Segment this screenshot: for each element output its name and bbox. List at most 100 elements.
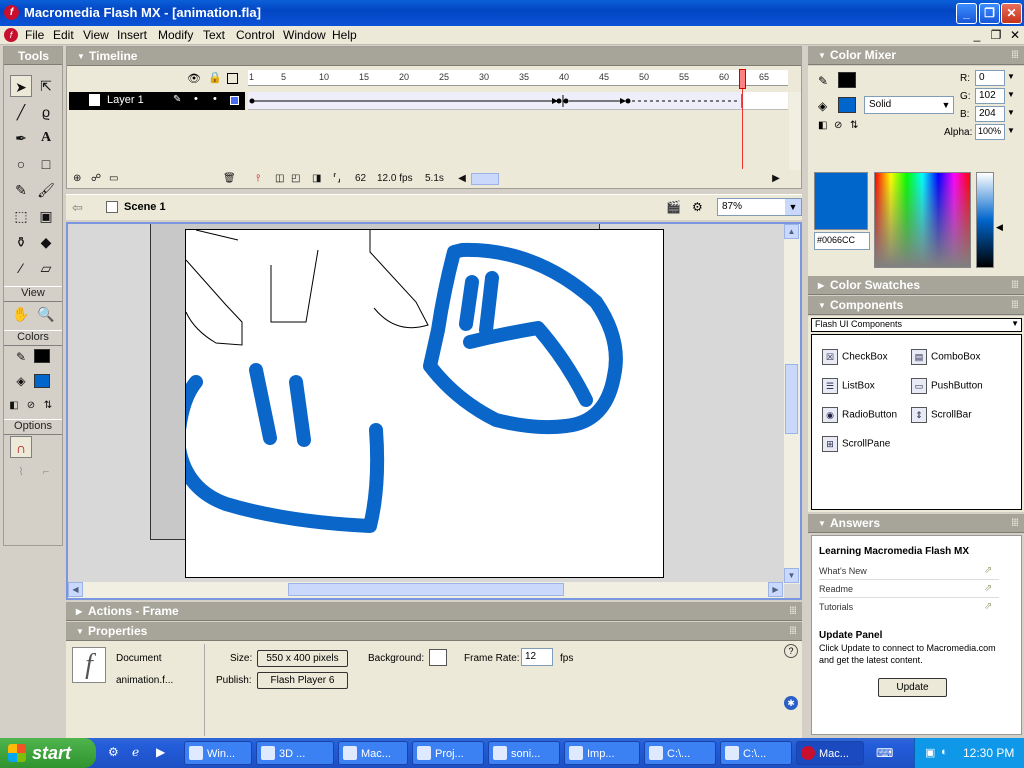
layer-outline-color[interactable] <box>230 96 239 105</box>
r-slider-arrow-icon[interactable]: ▼ <box>1007 72 1015 81</box>
mixer-fill-swatch[interactable] <box>838 97 856 113</box>
timeline-header[interactable]: ▼ Timeline <box>67 47 801 66</box>
media-player-icon[interactable]: ▶ <box>156 745 165 759</box>
component-listbox[interactable]: ☰ ListBox <box>822 378 875 394</box>
stage-area[interactable]: ▲ ▼ ◀ ▶ <box>66 222 802 600</box>
hand-tool-icon[interactable]: ✋ <box>10 303 32 325</box>
actions-header[interactable]: ▶ Actions - Frame ⁞⁞⁞ <box>66 602 802 621</box>
fill-transform-tool-icon[interactable]: ▣ <box>35 205 57 227</box>
menu-insert[interactable]: Insert <box>117 28 147 42</box>
stroke-color-swatch[interactable] <box>34 349 50 363</box>
layer-row[interactable]: Layer 1 ✎ • • <box>69 92 245 110</box>
zoom-select[interactable]: 87% ▼ <box>717 198 802 216</box>
brightness-arrow-icon[interactable]: ◀ <box>996 222 1003 233</box>
alpha-input[interactable]: 100% <box>975 124 1005 140</box>
properties-header[interactable]: ▼ Properties ⁞⁞⁞ <box>66 622 802 641</box>
subselect-tool-icon[interactable]: ⇱ <box>35 75 57 97</box>
menu-file[interactable]: File <box>25 28 44 42</box>
size-button[interactable]: 550 x 400 pixels <box>257 650 348 667</box>
accessibility-icon[interactable]: ✱ <box>784 696 798 710</box>
chevron-down-icon[interactable]: ▼ <box>785 199 801 215</box>
chevron-down-icon[interactable]: ▼ <box>939 97 953 113</box>
network-icon[interactable]: ▣ <box>925 746 935 759</box>
component-scrollpane[interactable]: ⊞ ScrollPane <box>822 436 890 452</box>
swap-colors-icon[interactable]: ⇅ <box>850 120 858 131</box>
brightness-slider[interactable] <box>976 172 994 268</box>
component-scrollbar[interactable]: ⇕ ScrollBar <box>911 407 972 423</box>
link-readme[interactable]: Readme <box>819 584 853 594</box>
update-button[interactable]: Update <box>878 678 947 697</box>
panel-grip-icon[interactable]: ⁞⁞⁞ <box>789 622 797 641</box>
scroll-left-icon[interactable]: ◀ <box>455 171 469 187</box>
volume-icon[interactable]: ◐ <box>941 746 948 758</box>
menu-text[interactable]: Text <box>203 28 225 42</box>
add-folder-icon[interactable]: ▭ <box>109 171 118 187</box>
text-tool-icon[interactable]: A <box>35 127 57 149</box>
back-arrow-icon[interactable]: ⇦ <box>72 200 83 216</box>
ie-icon[interactable]: ℯ <box>132 745 139 759</box>
blue-input[interactable]: 204 <box>975 106 1005 122</box>
scroll-right-icon[interactable]: ▶ <box>769 171 783 187</box>
color-swatches-header[interactable]: ▶ Color Swatches ⁞⁞⁞ <box>808 276 1024 295</box>
menu-edit[interactable]: Edit <box>53 28 74 42</box>
menu-modify[interactable]: Modify <box>158 28 193 42</box>
g-slider-arrow-icon[interactable]: ▼ <box>1007 90 1015 99</box>
doc-close-button[interactable]: ✕ <box>1008 28 1022 42</box>
scroll-down-icon[interactable]: ▼ <box>784 568 799 583</box>
scene-name[interactable]: Scene 1 <box>124 201 166 213</box>
stage-vscroll[interactable]: ▲ ▼ <box>784 224 800 584</box>
link-whats-new[interactable]: What's New <box>819 566 867 576</box>
component-checkbox[interactable]: ☒ CheckBox <box>822 349 888 365</box>
frame-rate-input[interactable]: 12 <box>521 648 553 666</box>
collapse-triangle-icon[interactable]: ▼ <box>818 296 826 315</box>
ink-bottle-tool-icon[interactable]: ⚱ <box>10 231 32 253</box>
menu-help[interactable]: Help <box>332 28 357 42</box>
scroll-right-icon[interactable]: ▶ <box>768 582 783 597</box>
panel-grip-icon[interactable]: ⁞⁞⁞ <box>1011 276 1019 295</box>
expand-triangle-icon[interactable]: ▶ <box>76 602 82 621</box>
stage-hscroll-thumb[interactable] <box>288 583 564 596</box>
task-button-active[interactable]: Mac... <box>796 741 864 765</box>
free-transform-tool-icon[interactable]: ⬚ <box>10 205 32 227</box>
no-color-icon[interactable]: ⊘ <box>23 395 39 417</box>
snap-magnet-icon[interactable]: ∩ <box>10 436 32 458</box>
eye-icon[interactable]: 👁 <box>187 72 201 85</box>
default-colors-icon[interactable]: ◧ <box>6 395 22 417</box>
alpha-slider-arrow-icon[interactable]: ▼ <box>1007 126 1015 135</box>
tools-header[interactable]: Tools <box>4 47 62 65</box>
edit-symbols-icon[interactable]: ⚙ <box>692 200 703 214</box>
lasso-tool-icon[interactable]: ϱ <box>35 101 57 123</box>
collapse-triangle-icon[interactable]: ▼ <box>76 622 84 641</box>
menu-view[interactable]: View <box>83 28 109 42</box>
fill-type-select[interactable]: Solid ▼ <box>864 96 954 114</box>
paint-bucket-tool-icon[interactable]: ◆ <box>35 231 57 253</box>
scroll-left-icon[interactable]: ◀ <box>68 582 83 597</box>
chevron-down-icon[interactable]: ▼ <box>1011 319 1019 328</box>
stage-hscroll[interactable]: ◀ ▶ <box>68 582 784 598</box>
task-button[interactable]: 3D ... <box>256 741 334 765</box>
line-tool-icon[interactable]: ╱ <box>10 101 32 123</box>
mixer-stroke-swatch[interactable] <box>838 72 856 88</box>
open-link-icon[interactable]: ⇗ <box>984 601 992 612</box>
timeline-hscroll-thumb[interactable] <box>471 173 499 185</box>
answers-header[interactable]: ▼ Answers ⁞⁞⁞ <box>808 514 1024 533</box>
help-icon[interactable]: ? <box>784 644 798 658</box>
component-combobox[interactable]: ▤ ComboBox <box>911 349 980 365</box>
edit-scene-icon[interactable]: 🎬 <box>666 200 681 214</box>
panel-grip-icon[interactable]: ⁞⁞⁞ <box>1011 46 1019 65</box>
open-link-icon[interactable]: ⇗ <box>984 583 992 594</box>
no-color-icon[interactable]: ⊘ <box>834 120 842 131</box>
task-button[interactable]: Imp... <box>564 741 640 765</box>
frame-ruler[interactable]: 1 5 10 15 20 25 30 35 40 45 50 55 60 65 <box>248 70 788 86</box>
color-mixer-header[interactable]: ▼ Color Mixer ⁞⁞⁞ <box>808 46 1024 65</box>
scroll-up-icon[interactable]: ▲ <box>784 224 799 239</box>
task-button[interactable]: C:\... <box>720 741 792 765</box>
arrow-tool-icon[interactable]: ➤ <box>10 75 32 97</box>
lock-dot[interactable]: • <box>213 93 217 105</box>
outline-icon[interactable] <box>227 73 238 84</box>
open-link-icon[interactable]: ⇗ <box>984 565 992 576</box>
edit-multiple-icon[interactable]: ◨ <box>312 171 321 187</box>
background-color-swatch[interactable] <box>429 649 447 666</box>
delete-layer-icon[interactable]: 🗑 <box>223 171 236 187</box>
link-tutorials[interactable]: Tutorials <box>819 602 853 612</box>
